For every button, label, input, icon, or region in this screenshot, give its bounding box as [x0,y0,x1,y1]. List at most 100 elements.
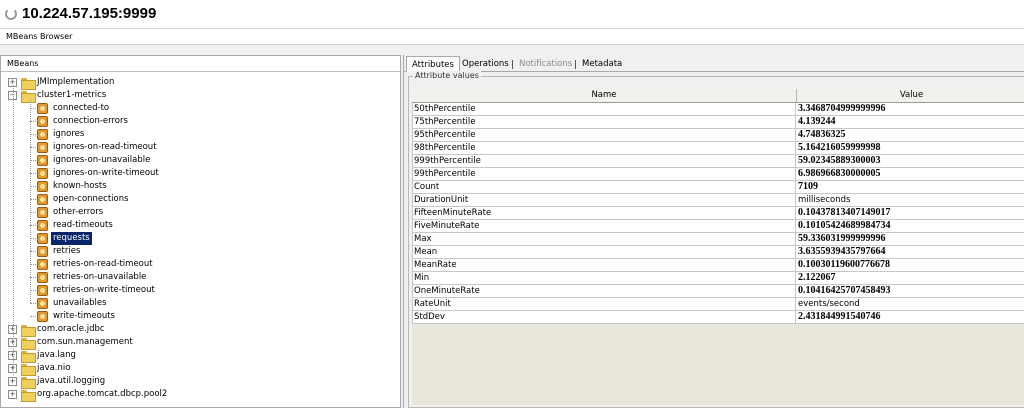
table-row[interactable]: StdDev 2.431844991540746 [412,311,1024,324]
attribute-value[interactable]: 59.02345889300003 [797,155,1024,168]
expand-icon[interactable]: + [8,377,17,386]
attribute-value[interactable]: 6.986966830000005 [797,168,1024,181]
tree-node-label: connection-errors [53,116,128,126]
table-row[interactable]: 75thPercentile 4.139244 [412,116,1024,129]
table-row[interactable]: 98thPercentile 5.164216059999998 [412,142,1024,155]
attribute-value[interactable]: 0.10105424689984734 [797,220,1024,233]
tree-connector [30,303,36,304]
attribute-value[interactable]: 4.74836325 [797,129,1024,142]
attribute-name: DurationUnit [412,194,796,207]
group-title: Attribute values [413,71,481,80]
attribute-value[interactable]: 5.164216059999998 [797,142,1024,155]
mbean-icon [37,142,48,153]
tree-mbean-node[interactable]: retries-on-write-timeout [1,284,400,297]
mbean-icon [37,259,48,270]
tree-node-label: com.sun.management [37,337,133,347]
tab-metadata[interactable]: Metadata [577,56,627,72]
tree-folder-node[interactable]: + JMImplementation [1,76,400,90]
tree-node-label: other-errors [53,207,104,217]
attribute-name: MeanRate [412,259,796,272]
mbean-icon [37,116,48,127]
tree-node-label: ignores [53,129,85,139]
attribute-value[interactable]: 3.3468704999999996 [797,103,1024,116]
tree-node-label: retries-on-unavailable [53,272,147,282]
attribute-value[interactable]: 0.10416425707458493 [797,285,1024,298]
mbean-icon [37,181,48,192]
folder-icon [21,390,36,402]
table-row[interactable]: Min 2.122067 [412,272,1024,285]
tree-mbean-node[interactable]: connection-errors [1,115,400,128]
attribute-value[interactable]: 2.431844991540746 [797,311,1024,324]
mbean-icon [37,220,48,231]
tree-mbean-node[interactable]: retries-on-read-timeout [1,258,400,271]
tree-mbean-node[interactable]: write-timeouts [1,310,400,323]
mbean-icon [37,311,48,322]
attribute-value[interactable]: 0.10030119600776678 [797,259,1024,272]
tree-mbean-node[interactable]: read-timeouts [1,219,400,232]
tree-mbean-node[interactable]: unavailables [1,297,400,310]
mbean-icon [37,155,48,166]
table-row[interactable]: 99thPercentile 6.986966830000005 [412,168,1024,181]
attribute-value[interactable]: events/second [797,298,1024,311]
tree-mbean-node[interactable]: ignores-on-write-timeout [1,167,400,180]
attribute-name: Min [412,272,796,285]
attribute-name: 50thPercentile [412,103,796,116]
attribute-values-group: Attribute values Name Value 50thPercenti… [408,71,1024,408]
column-header-name[interactable]: Name [412,89,797,103]
tree-node-label: read-timeouts [53,220,113,230]
tab-attributes[interactable]: Attributes [406,56,460,72]
tree-mbean-node[interactable]: ignores [1,128,400,141]
tree-folder-node[interactable]: + com.sun.management [1,336,400,350]
attribute-value[interactable]: 3.6355939435797664 [797,246,1024,259]
table-row[interactable]: RateUnit events/second [412,298,1024,311]
tree-mbean-node[interactable]: retries [1,245,400,258]
table-row[interactable]: Max 59.336031999999996 [412,233,1024,246]
attribute-value[interactable]: milliseconds [797,194,1024,207]
attribute-name: OneMinuteRate [412,285,796,298]
column-header-value[interactable]: Value [797,89,1024,103]
attribute-value[interactable]: 4.139244 [797,116,1024,129]
tree-mbean-node[interactable]: known-hosts [1,180,400,193]
folder-icon [21,377,36,389]
tree-node-label: ignores-on-unavailable [53,155,151,165]
tree-folder-node[interactable]: + org.apache.tomcat.dbcp.pool2 [1,388,400,402]
table-row[interactable]: DurationUnit milliseconds [412,194,1024,207]
expand-icon[interactable]: + [8,390,17,399]
tree-folder-node[interactable]: + java.lang [1,349,400,363]
tree-mbean-node[interactable]: other-errors [1,206,400,219]
tree-folder-node[interactable]: + java.nio [1,362,400,376]
details-panel: Attributes Operations Notifications Meta… [403,55,1024,408]
attribute-value[interactable]: 2.122067 [797,272,1024,285]
tree-mbean-node[interactable]: ignores-on-unavailable [1,154,400,167]
tree-node-label: java.util.logging [37,376,106,386]
folder-icon [21,91,36,103]
tree-mbean-node[interactable]: connected-to [1,102,400,115]
table-row[interactable]: FifteenMinuteRate 0.10437813407149017 [412,207,1024,220]
tree-mbean-node[interactable]: requests [1,232,400,245]
folder-icon [21,325,36,337]
tree-folder-node[interactable]: − cluster1-metrics [1,89,400,103]
tree-connector [30,100,31,303]
table-row[interactable]: 95thPercentile 4.74836325 [412,129,1024,142]
table-row[interactable]: 50thPercentile 3.3468704999999996 [412,103,1024,116]
table-row[interactable]: MeanRate 0.10030119600776678 [412,259,1024,272]
attribute-name: 99thPercentile [412,168,796,181]
table-row[interactable]: Mean 3.6355939435797664 [412,246,1024,259]
tree-node-label: retries-on-write-timeout [53,285,155,295]
loading-spinner-icon [5,8,17,20]
tree-folder-node[interactable]: + java.util.logging [1,375,400,389]
tree-folder-node[interactable]: + com.oracle.jdbc [1,323,400,337]
tree-mbean-node[interactable]: ignores-on-read-timeout [1,141,400,154]
tree-mbean-node[interactable]: open-connections [1,193,400,206]
tab-operations[interactable]: Operations [457,56,514,72]
table-row[interactable]: 999thPercentile 59.02345889300003 [412,155,1024,168]
mbean-icon [37,285,48,296]
table-row[interactable]: Count 7109 [412,181,1024,194]
attribute-name: 75thPercentile [412,116,796,129]
tree-mbean-node[interactable]: retries-on-unavailable [1,271,400,284]
attribute-value[interactable]: 59.336031999999996 [797,233,1024,246]
table-row[interactable]: FiveMinuteRate 0.10105424689984734 [412,220,1024,233]
table-row[interactable]: OneMinuteRate 0.10416425707458493 [412,285,1024,298]
attribute-value[interactable]: 7109 [797,181,1024,194]
attribute-value[interactable]: 0.10437813407149017 [797,207,1024,220]
